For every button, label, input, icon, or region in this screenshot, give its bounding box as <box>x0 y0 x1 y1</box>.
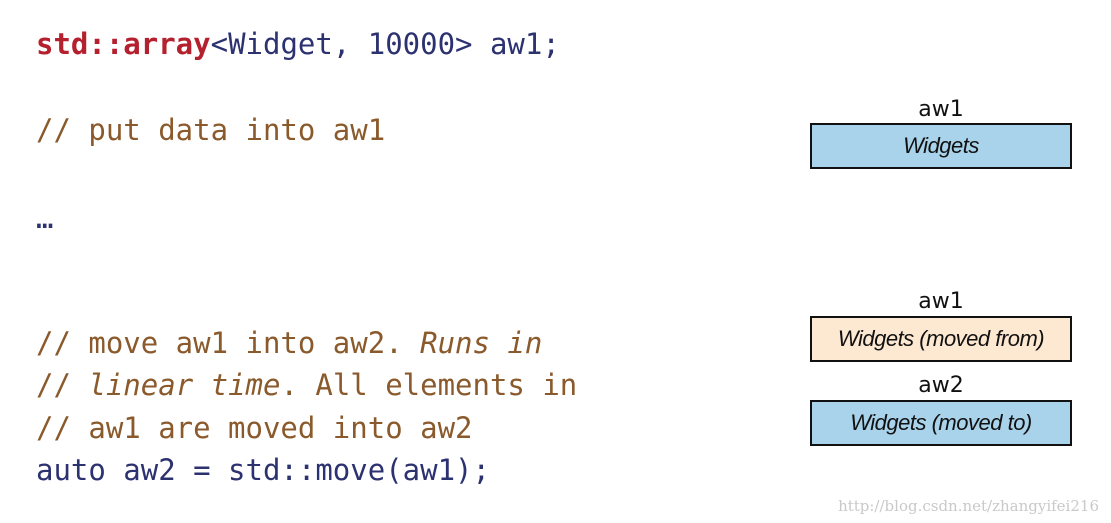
code-comment-put-data: // put data into aw1 <box>36 113 386 147</box>
aw1-widgets-box: Widgets <box>810 123 1072 169</box>
code-comment-move-line2: // linear time. All elements in <box>36 365 577 405</box>
code-comment-prefix: // <box>36 368 89 402</box>
aw2-moved-to-box: Widgets (moved to) <box>810 400 1072 446</box>
code-comment-all-elements: . All elements in <box>280 368 578 402</box>
code-comment-move-line3: // aw1 are moved into aw2 <box>36 411 473 445</box>
aw1-label-before: aw1 <box>918 97 964 122</box>
watermark-url: http://blog.csdn.net/zhangyifei216 <box>838 497 1099 515</box>
aw2-label: aw2 <box>918 373 964 398</box>
code-line-declaration: std::array<Widget, 10000> aw1; <box>36 24 560 64</box>
code-comment-move-line1: // move aw1 into aw2. Runs in <box>36 323 542 363</box>
aw1-label-after: aw1 <box>918 289 964 314</box>
code-declaration-rest: <Widget, 10000> aw1; <box>210 27 560 61</box>
aw1-moved-from-box: Widgets (moved from) <box>810 316 1072 362</box>
code-ellipsis: … <box>36 201 54 235</box>
code-comment-linear-time: linear time <box>88 368 281 402</box>
code-keyword-std-array: std::array <box>36 27 211 61</box>
code-comment-move-text: // move aw1 into aw2. <box>36 326 421 360</box>
code-statement-move: auto aw2 = std::move(aw1); <box>36 453 490 487</box>
code-comment-runs-in: Runs in <box>420 326 543 360</box>
